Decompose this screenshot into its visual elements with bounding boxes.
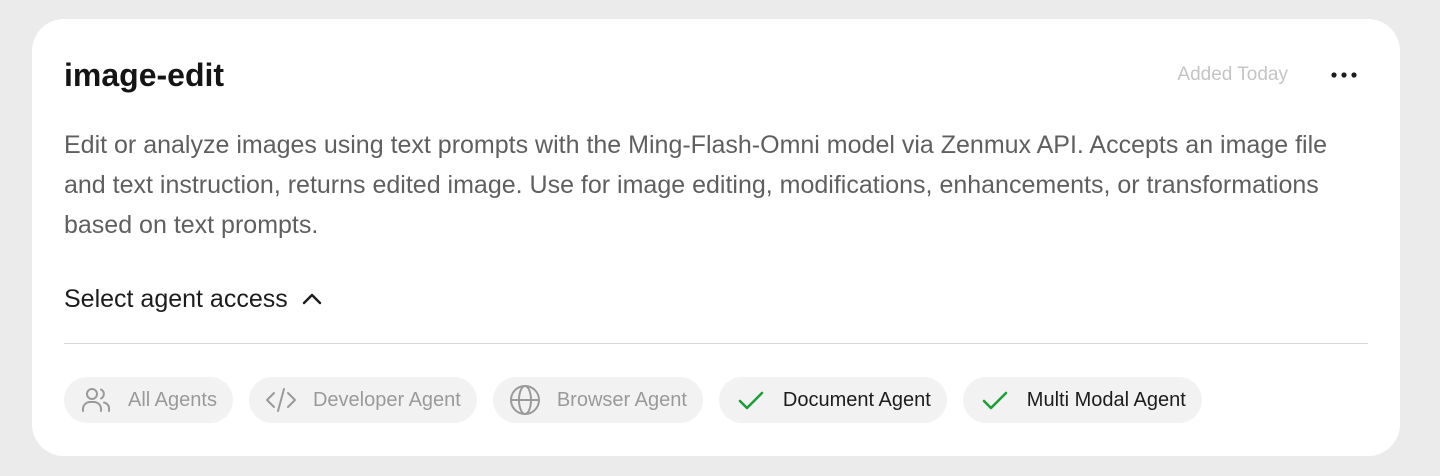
agent-chip-list: All Agents Developer Agent Browser Agent… <box>64 377 1202 423</box>
more-options-button[interactable] <box>1328 59 1360 91</box>
agent-chip-all-agents[interactable]: All Agents <box>64 377 233 423</box>
skill-title: image-edit <box>64 57 225 93</box>
agent-chip-label: Multi Modal Agent <box>1026 389 1186 411</box>
skill-card: image-edit Added Today Edit or analyze i… <box>32 19 1400 456</box>
agent-chip-label: Developer Agent <box>312 389 461 411</box>
divider <box>64 343 1368 344</box>
agent-chip-label: Document Agent <box>782 389 931 411</box>
agent-chip-document-agent[interactable]: Document Agent <box>718 377 947 423</box>
agent-chip-label: Browser Agent <box>556 389 687 411</box>
added-date: Added Today <box>1177 64 1288 85</box>
check-icon <box>979 384 1011 416</box>
skill-description: Edit or analyze images using text prompt… <box>64 131 1328 239</box>
more-horizontal-icon <box>1331 72 1357 78</box>
agent-chip-multi-modal-agent[interactable]: Multi Modal Agent <box>962 377 1202 423</box>
agent-access-toggle[interactable]: Select agent access <box>64 279 322 319</box>
globe-icon <box>509 384 541 416</box>
agent-chip-browser-agent[interactable]: Browser Agent <box>492 377 703 423</box>
agent-chip-label: All Agents <box>128 389 217 411</box>
agent-access-label: Select agent access <box>64 285 288 313</box>
agent-chip-developer-agent[interactable]: Developer Agent <box>248 377 477 423</box>
users-icon <box>80 384 112 416</box>
code-icon <box>265 384 297 416</box>
chevron-up-icon <box>302 293 322 305</box>
check-icon <box>735 384 767 416</box>
